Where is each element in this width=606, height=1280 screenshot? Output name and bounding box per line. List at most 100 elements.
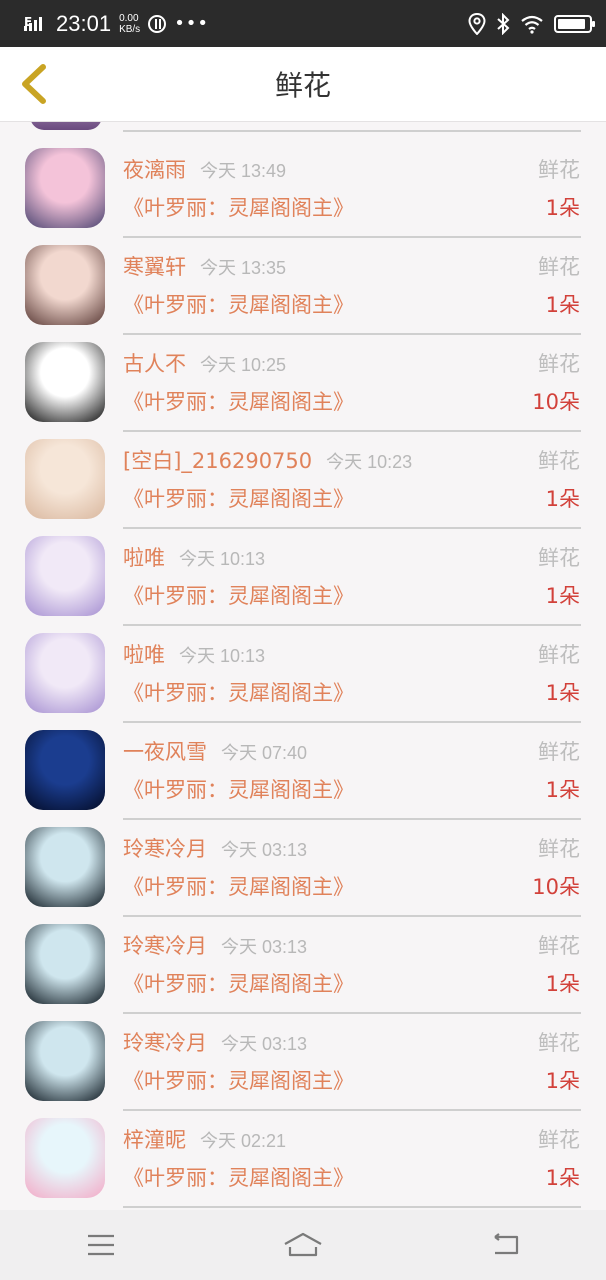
timestamp: 今天 03:13 <box>221 1034 308 1054</box>
avatar[interactable] <box>25 439 105 519</box>
book-title[interactable]: 《叶罗丽：灵犀阁阁主》 <box>123 386 354 416</box>
chevron-left-icon <box>22 64 46 104</box>
user-name[interactable]: 梓潼昵 今天 02:21 <box>123 1124 286 1154</box>
book-title[interactable]: 《叶罗丽：灵犀阁阁主》 <box>123 192 354 222</box>
back-nav-button[interactable] <box>475 1220 535 1270</box>
back-icon <box>494 1233 519 1255</box>
gift-type: 鲜花 <box>538 934 580 958</box>
user-name-text[interactable]: 一夜风雪 <box>123 740 207 764</box>
book-title[interactable]: 《叶罗丽：灵犀阁阁主》 <box>123 483 354 513</box>
timestamp: 今天 10:25 <box>200 355 287 375</box>
gift-count: 1朵 <box>545 487 580 511</box>
gift-type: 鲜花 <box>538 1128 580 1152</box>
gift-type: 鲜花 <box>538 255 580 279</box>
user-name-text[interactable]: 玲寒冷月 <box>123 837 207 861</box>
avatar[interactable] <box>25 1021 105 1101</box>
avatar[interactable] <box>25 245 105 325</box>
gift-record-list[interactable]: 夜漓雨 今天 13:49 鲜花 《叶罗丽：灵犀阁阁主》 1朵 寒翼轩 今天 13:3… <box>0 122 606 1210</box>
timestamp: 今天 13:49 <box>200 161 287 181</box>
timestamp: 今天 02:21 <box>200 1131 287 1151</box>
gift-type: 鲜花 <box>538 352 580 376</box>
page-title: 鲜花 <box>274 69 331 102</box>
wifi-icon <box>521 15 543 34</box>
status-right <box>468 12 595 35</box>
avatar[interactable] <box>25 148 105 228</box>
data-saver-icon <box>148 14 167 33</box>
user-name-text[interactable]: 啦唯 <box>123 643 165 667</box>
gift-type: 鲜花 <box>538 837 580 861</box>
user-name-text[interactable]: 玲寒冷月 <box>123 1031 207 1055</box>
user-name-text[interactable]: 夜漓雨 <box>123 158 186 182</box>
book-title[interactable]: 《叶罗丽：灵犀阁阁主》 <box>123 580 354 610</box>
timestamp: 今天 10:23 <box>326 452 413 472</box>
battery-level <box>558 18 585 29</box>
avatar[interactable] <box>25 633 105 713</box>
book-title[interactable]: 《叶罗丽：灵犀阁阁主》 <box>123 1065 354 1095</box>
user-name[interactable]: 玲寒冷月 今天 03:13 <box>123 930 307 960</box>
avatar[interactable] <box>25 924 105 1004</box>
gift-type: 鲜花 <box>538 449 580 473</box>
home-icon <box>284 1232 322 1257</box>
avatar[interactable] <box>25 342 105 422</box>
row-divider <box>123 1206 581 1208</box>
avatar[interactable] <box>25 536 105 616</box>
list-item[interactable]: 玲寒冷月 今天 03:13 鲜花 《叶罗丽：灵犀阁阁主》 10朵 <box>0 811 606 917</box>
home-button[interactable] <box>273 1220 333 1270</box>
list-item[interactable]: 玲寒冷月 今天 03:13 鲜花 《叶罗丽：灵犀阁阁主》 1朵 <box>0 908 606 1014</box>
user-name[interactable]: 寒翼轩 今天 13:35 <box>123 251 286 281</box>
user-name[interactable]: 古人不 今天 10:25 <box>123 348 286 378</box>
user-name[interactable]: 一夜风雪 今天 07:40 <box>123 736 307 766</box>
avatar[interactable] <box>25 827 105 907</box>
timestamp: 今天 03:13 <box>221 840 308 860</box>
battery-icon <box>554 14 595 33</box>
user-name[interactable]: 玲寒冷月 今天 03:13 <box>123 1027 307 1057</box>
bluetooth-icon <box>497 12 510 35</box>
book-title[interactable]: 《叶罗丽：灵犀阁阁主》 <box>123 1162 354 1192</box>
gift-count: 10朵 <box>532 390 580 414</box>
avatar[interactable] <box>25 1118 105 1198</box>
list-item[interactable]: 夜漓雨 今天 13:49 鲜花 《叶罗丽：灵犀阁阁主》 1朵 <box>0 132 606 238</box>
timestamp: 今天 13:35 <box>200 258 287 278</box>
system-nav-bar <box>0 1210 606 1280</box>
user-name-text[interactable]: 玲寒冷月 <box>123 934 207 958</box>
record-rows: 夜漓雨 今天 13:49 鲜花 《叶罗丽：灵犀阁阁主》 1朵 寒翼轩 今天 13:3… <box>0 132 606 1208</box>
timestamp: 今天 03:13 <box>221 937 308 957</box>
list-item[interactable]: [空白]_216290750 今天 10:23 鲜花 《叶罗丽：灵犀阁阁主》 1朵 <box>0 423 606 529</box>
gift-type: 鲜花 <box>538 643 580 667</box>
location-icon <box>468 12 486 35</box>
speed-unit: KB/s <box>119 23 141 35</box>
list-item[interactable]: 古人不 今天 10:25 鲜花 《叶罗丽：灵犀阁阁主》 10朵 <box>0 326 606 432</box>
list-item[interactable]: 一夜风雪 今天 07:40 鲜花 《叶罗丽：灵犀阁阁主》 1朵 <box>0 714 606 820</box>
more-notifications-icon: ••• <box>174 13 210 34</box>
book-title[interactable]: 《叶罗丽：灵犀阁阁主》 <box>123 871 354 901</box>
user-name-text[interactable]: 梓潼昵 <box>123 1128 186 1152</box>
book-title[interactable]: 《叶罗丽：灵犀阁阁主》 <box>123 968 354 998</box>
user-name-text[interactable]: 寒翼轩 <box>123 255 186 279</box>
book-title[interactable]: 《叶罗丽：灵犀阁阁主》 <box>123 677 354 707</box>
timestamp: 今天 07:40 <box>221 743 308 763</box>
gift-count: 1朵 <box>545 1069 580 1093</box>
list-item[interactable]: 玲寒冷月 今天 03:13 鲜花 《叶罗丽：灵犀阁阁主》 1朵 <box>0 1005 606 1111</box>
user-name[interactable]: [空白]_216290750 今天 10:23 <box>123 445 412 475</box>
user-name[interactable]: 玲寒冷月 今天 03:13 <box>123 833 307 863</box>
user-name-text[interactable]: [空白]_216290750 <box>123 449 312 473</box>
back-button[interactable] <box>14 61 54 107</box>
book-title[interactable]: 《叶罗丽：灵犀阁阁主》 <box>123 774 354 804</box>
user-name[interactable]: 啦唯 今天 10:13 <box>123 639 265 669</box>
gift-count: 1朵 <box>545 293 580 317</box>
user-name[interactable]: 啦唯 今天 10:13 <box>123 542 265 572</box>
book-title[interactable]: 《叶罗丽：灵犀阁阁主》 <box>123 289 354 319</box>
user-name[interactable]: 夜漓雨 今天 13:49 <box>123 154 286 184</box>
signal-icon: E <box>22 9 48 39</box>
list-item[interactable]: 寒翼轩 今天 13:35 鲜花 《叶罗丽：灵犀阁阁主》 1朵 <box>0 229 606 335</box>
user-name-text[interactable]: 啦唯 <box>123 546 165 570</box>
list-item[interactable]: 啦唯 今天 10:13 鲜花 《叶罗丽：灵犀阁阁主》 1朵 <box>0 520 606 626</box>
speed-value: 0.00 <box>119 12 139 24</box>
gift-type: 鲜花 <box>538 740 580 764</box>
user-name-text[interactable]: 古人不 <box>123 352 186 376</box>
avatar[interactable] <box>25 730 105 810</box>
list-item[interactable]: 啦唯 今天 10:13 鲜花 《叶罗丽：灵犀阁阁主》 1朵 <box>0 617 606 723</box>
list-item[interactable]: 梓潼昵 今天 02:21 鲜花 《叶罗丽：灵犀阁阁主》 1朵 <box>0 1102 606 1208</box>
gift-count: 1朵 <box>545 196 580 220</box>
menu-button[interactable] <box>71 1220 131 1270</box>
